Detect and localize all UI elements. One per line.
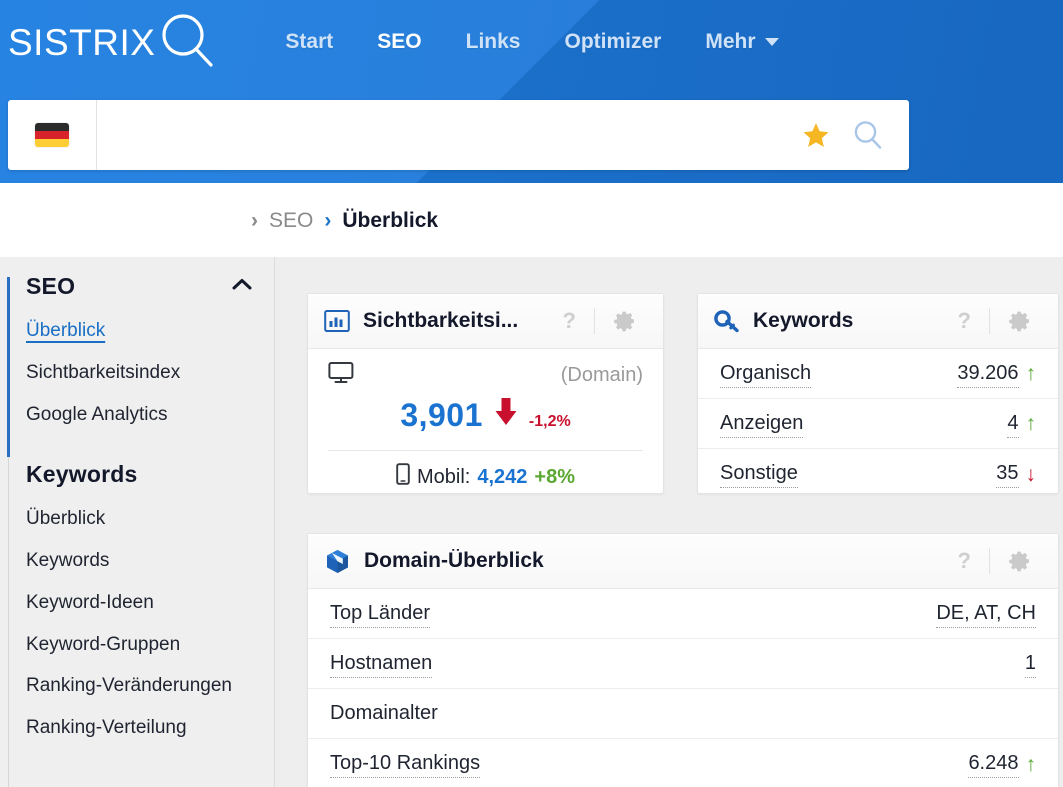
gear-icon[interactable] <box>595 309 649 333</box>
main-navigation-row: SISTRIX Start SEO Links Optimizer Mehr <box>0 0 1063 84</box>
magnifier-icon <box>156 9 218 76</box>
domain-overview-card-title: Domain-Überblick <box>364 549 544 572</box>
sidebar-item-keywords-ueberblick[interactable]: Überblick <box>0 498 275 540</box>
gear-icon[interactable] <box>990 309 1044 333</box>
row-value[interactable]: DE, AT, CH <box>936 600 1036 628</box>
row-label[interactable]: Organisch <box>720 360 812 388</box>
visibility-mobile-label: Mobil: <box>416 465 471 488</box>
sidebar: SEO Überblick Sichtbarkeitsindex Google … <box>0 257 275 787</box>
visibility-delta: -1,2% <box>528 413 571 430</box>
sidebar-item-keyword-ideen[interactable]: Keyword-Ideen <box>0 582 275 624</box>
desktop-icon <box>328 361 354 390</box>
nav-item-optimizer[interactable]: Optimizer <box>543 24 684 60</box>
table-row[interactable]: Anzeigen 4 ↑ <box>698 399 1058 449</box>
row-label[interactable]: Hostnamen <box>330 650 433 678</box>
trend-up-icon: ↑ <box>1025 362 1037 385</box>
visibility-card-title: Sichtbarkeitsi... <box>363 309 519 332</box>
nav-item-start[interactable]: Start <box>263 24 355 60</box>
row-label[interactable]: Top Länder <box>330 600 431 628</box>
top-header: SISTRIX Start SEO Links Optimizer Mehr <box>0 0 1063 183</box>
keywords-card: Keywords ? Organisch 39.206 ↑ Anzeigen 4… <box>697 293 1059 494</box>
sidebar-group-keywords-title: Keywords <box>26 461 138 488</box>
breadcrumb: › SEO › Überblick <box>240 210 438 231</box>
row-label[interactable]: Top-10 Rankings <box>330 750 481 778</box>
table-row[interactable]: Sonstige 35 ↓ <box>698 449 1058 499</box>
nav-item-mehr[interactable]: Mehr <box>683 24 800 60</box>
page-body: SEO Überblick Sichtbarkeitsindex Google … <box>0 257 1063 787</box>
sidebar-item-ranking-veraenderungen[interactable]: Ranking-Veränderungen <box>0 665 275 707</box>
key-icon <box>714 308 740 334</box>
sidebar-group-seo-title: SEO <box>26 273 76 299</box>
bar-chart-icon <box>324 308 350 334</box>
table-row[interactable]: Domainalter <box>308 689 1058 739</box>
row-value[interactable]: 35 <box>996 460 1019 488</box>
visibility-card-body: (Domain) 3,901 -1,2% Mobil: 4,242 +8% <box>308 349 663 505</box>
help-icon[interactable]: ? <box>940 310 989 332</box>
mobile-icon <box>396 463 410 491</box>
breadcrumb-item-seo[interactable]: SEO <box>269 210 313 231</box>
search-bar <box>8 100 909 170</box>
row-label[interactable]: Anzeigen <box>720 410 804 438</box>
cube-icon <box>324 548 351 575</box>
nav-items: Start SEO Links Optimizer Mehr <box>263 24 800 60</box>
breadcrumb-bar: › SEO › Überblick <box>0 183 1063 257</box>
table-row[interactable]: Hostnamen 1 <box>308 639 1058 689</box>
star-icon[interactable] <box>791 120 841 150</box>
trend-up-icon: ↑ <box>1025 752 1037 776</box>
table-row[interactable]: Top-10 Rankings 6.248 ↑ <box>308 739 1058 787</box>
sidebar-item-keyword-gruppen[interactable]: Keyword-Gruppen <box>0 624 275 666</box>
gear-icon[interactable] <box>990 549 1044 573</box>
trend-down-icon <box>493 396 519 431</box>
breadcrumb-separator-2: › <box>324 208 332 232</box>
trend-down-icon: ↓ <box>1025 462 1037 486</box>
visibility-mobile-delta: +8% <box>534 465 575 488</box>
chevron-down-icon <box>764 38 779 46</box>
help-icon[interactable]: ? <box>940 550 989 572</box>
de-flag-icon <box>35 123 69 147</box>
breadcrumb-current: Überblick <box>342 208 439 232</box>
nav-item-seo[interactable]: SEO <box>355 24 443 60</box>
row-value[interactable]: 6.248 <box>968 750 1019 778</box>
sidebar-item-keywords[interactable]: Keywords <box>0 540 275 582</box>
sidebar-item-sichtbarkeitsindex[interactable]: Sichtbarkeitsindex <box>0 352 275 394</box>
chevron-up-icon[interactable] <box>231 277 253 296</box>
search-icon[interactable] <box>841 118 909 152</box>
search-input[interactable] <box>97 100 791 170</box>
sidebar-item-ranking-verteilung[interactable]: Ranking-Verteilung <box>0 707 275 749</box>
row-label[interactable]: Sonstige <box>720 460 798 488</box>
domain-overview-card: Domain-Überblick ? Top Länder DE, AT, CH <box>307 533 1059 787</box>
visibility-value: 3,901 <box>400 397 483 433</box>
breadcrumb-separator-1: › <box>251 208 258 232</box>
sidebar-item-google-analytics[interactable]: Google Analytics <box>0 394 275 436</box>
brand-name: SISTRIX <box>8 21 156 63</box>
app-root: SISTRIX Start SEO Links Optimizer Mehr ›… <box>0 0 1063 787</box>
visibility-mobile-value: 4,242 <box>477 465 528 488</box>
domain-overview-card-header: Domain-Überblick ? <box>308 534 1058 589</box>
table-row[interactable]: Organisch 39.206 ↑ <box>698 349 1058 399</box>
table-row[interactable]: Top Länder DE, AT, CH <box>308 589 1058 639</box>
sidebar-group-seo[interactable]: SEO <box>0 257 275 310</box>
sidebar-group-keywords[interactable]: Keywords <box>0 435 275 498</box>
row-value[interactable]: 4 <box>1007 410 1019 438</box>
visibility-card-header: Sichtbarkeitsi... ? <box>308 294 663 349</box>
brand-logo[interactable]: SISTRIX <box>8 9 218 76</box>
nav-item-mehr-label: Mehr <box>705 30 756 53</box>
row-label[interactable]: Domainalter <box>330 700 438 727</box>
trend-up-icon: ↑ <box>1025 412 1037 435</box>
help-icon[interactable]: ? <box>545 310 594 332</box>
row-value[interactable]: 1 <box>1024 650 1036 678</box>
visibility-scope-label: (Domain) <box>560 364 643 386</box>
keywords-card-header: Keywords ? <box>698 294 1058 349</box>
row-value[interactable]: 39.206 <box>957 360 1019 388</box>
keywords-card-title: Keywords <box>753 309 854 332</box>
sidebar-item-ueberblick[interactable]: Überblick <box>0 310 275 352</box>
country-selector[interactable] <box>8 100 97 170</box>
visibility-index-card: Sichtbarkeitsi... ? (Domain) 3,901 -1,2%… <box>307 293 664 494</box>
nav-item-links[interactable]: Links <box>444 24 543 60</box>
